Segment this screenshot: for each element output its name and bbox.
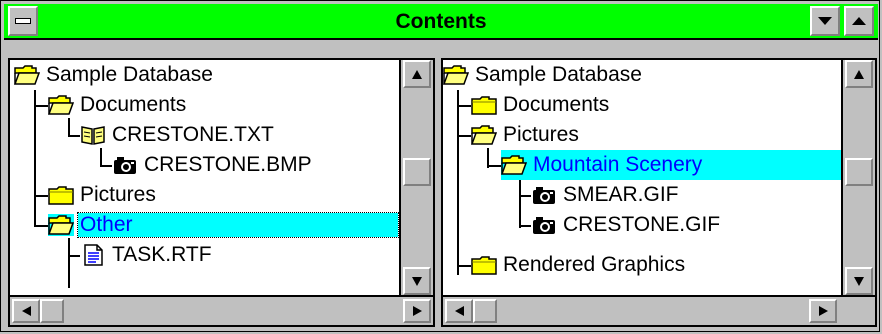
tree-item-rendered-graphics[interactable]: Rendered Graphics: [471, 250, 687, 280]
tree-item-crestone-txt[interactable]: CRESTONE.TXT: [80, 120, 276, 150]
tree-line: [100, 165, 112, 167]
scroll-down-button[interactable]: [845, 267, 873, 295]
tree-item-label: CRESTONE.GIF: [563, 213, 721, 236]
tree-item-crestone-gif[interactable]: CRESTONE.GIF: [531, 210, 722, 240]
tree-line: [487, 165, 501, 167]
arrow-right-icon: [412, 306, 422, 316]
tree-line: [34, 105, 48, 107]
left-vertical-scrollbar[interactable]: [399, 60, 433, 295]
scroll-right-button[interactable]: [403, 299, 431, 323]
minimize-button[interactable]: [810, 6, 840, 36]
tree-line: [457, 105, 471, 107]
maximize-icon: [852, 17, 866, 25]
tree-item-label: Pictures: [503, 123, 579, 146]
folder-icon: [48, 184, 74, 206]
contents-window: Contents Sample Database Documents CREST…: [0, 0, 880, 332]
document-icon: [80, 244, 106, 266]
scroll-thumb[interactable]: [473, 299, 497, 323]
open-folder-icon: [48, 214, 74, 236]
camera-icon: [531, 184, 557, 206]
tree-item-label: Mountain Scenery: [531, 153, 705, 177]
tree-item-label: CRESTONE.BMP: [144, 153, 312, 176]
scroll-thumb[interactable]: [40, 299, 64, 323]
open-book-icon: [80, 124, 106, 146]
window-title: Contents: [395, 10, 487, 33]
tree-item-label: Pictures: [80, 183, 156, 206]
left-horizontal-scrollbar[interactable]: [8, 297, 435, 327]
arrow-down-icon: [854, 276, 864, 286]
arrow-left-icon: [454, 306, 464, 316]
scroll-up-button[interactable]: [403, 60, 431, 88]
tree-line: [519, 225, 531, 227]
scroll-right-button[interactable]: [809, 299, 837, 323]
tree-item-task-rtf[interactable]: TASK.RTF: [80, 240, 214, 270]
tree-item-pictures[interactable]: Pictures: [48, 180, 158, 210]
tree-item-label: Other: [77, 212, 399, 238]
tree-line: [68, 118, 70, 136]
tree-line: [68, 238, 70, 288]
arrow-right-icon: [818, 306, 828, 316]
tree-line: [457, 90, 459, 275]
right-tree-pane[interactable]: Sample Database Documents Pictures Mount…: [441, 58, 877, 297]
tree-item-smear-gif[interactable]: SMEAR.GIF: [531, 180, 681, 210]
tree-item-root[interactable]: Sample Database: [443, 60, 644, 90]
tree-line: [457, 135, 471, 137]
title-bar[interactable]: Contents: [4, 4, 878, 40]
tree-line: [68, 255, 80, 257]
tree-line: [519, 178, 521, 228]
tree-item-label: TASK.RTF: [112, 243, 212, 266]
arrow-up-icon: [412, 69, 422, 79]
tree-item-label: Sample Database: [46, 63, 213, 86]
tree-item-label: CRESTONE.TXT: [112, 123, 274, 146]
scroll-down-button[interactable]: [403, 267, 431, 295]
tree-item-documents[interactable]: Documents: [48, 90, 188, 120]
tree-item-label: Documents: [503, 93, 610, 116]
arrow-up-icon: [854, 69, 864, 79]
tree-item-root[interactable]: Sample Database: [14, 60, 215, 90]
tree-item-label: Sample Database: [475, 63, 642, 86]
scroll-up-button[interactable]: [845, 60, 873, 88]
tree-item-documents[interactable]: Documents: [471, 90, 611, 120]
open-folder-icon: [14, 64, 40, 86]
open-folder-icon: [48, 94, 74, 116]
minimize-icon: [818, 17, 832, 25]
tree-item-label: Documents: [80, 93, 187, 116]
tree-line: [68, 135, 80, 137]
tree-line: [100, 148, 102, 166]
folder-icon: [471, 94, 497, 116]
right-vertical-scrollbar[interactable]: [841, 60, 875, 295]
maximize-button[interactable]: [844, 6, 874, 36]
arrow-left-icon: [21, 306, 31, 316]
scroll-left-button[interactable]: [12, 299, 40, 323]
arrow-down-icon: [412, 276, 422, 286]
tree-item-pictures[interactable]: Pictures: [471, 120, 581, 150]
right-horizontal-scrollbar[interactable]: [441, 297, 877, 327]
folder-icon: [471, 254, 497, 276]
tree-item-other[interactable]: Other: [48, 210, 399, 240]
open-folder-icon: [471, 124, 497, 146]
tree-line: [457, 265, 471, 267]
tree-line: [34, 225, 48, 227]
tree-item-label: SMEAR.GIF: [563, 183, 679, 206]
scroll-thumb[interactable]: [403, 158, 431, 186]
left-tree-pane[interactable]: Sample Database Documents CRESTONE.TXT C…: [8, 58, 435, 297]
open-folder-icon: [501, 154, 527, 176]
tree-item-mountain-scenery[interactable]: Mountain Scenery: [501, 150, 841, 180]
tree-item-label: Rendered Graphics: [503, 253, 686, 276]
scroll-thumb[interactable]: [845, 158, 873, 186]
camera-icon: [112, 154, 138, 176]
tree-line: [34, 195, 48, 197]
camera-icon: [531, 214, 557, 236]
tree-item-crestone-bmp[interactable]: CRESTONE.BMP: [112, 150, 314, 180]
scroll-left-button[interactable]: [445, 299, 473, 323]
open-folder-icon: [443, 64, 469, 86]
tree-line: [34, 90, 36, 225]
tree-line: [519, 195, 531, 197]
